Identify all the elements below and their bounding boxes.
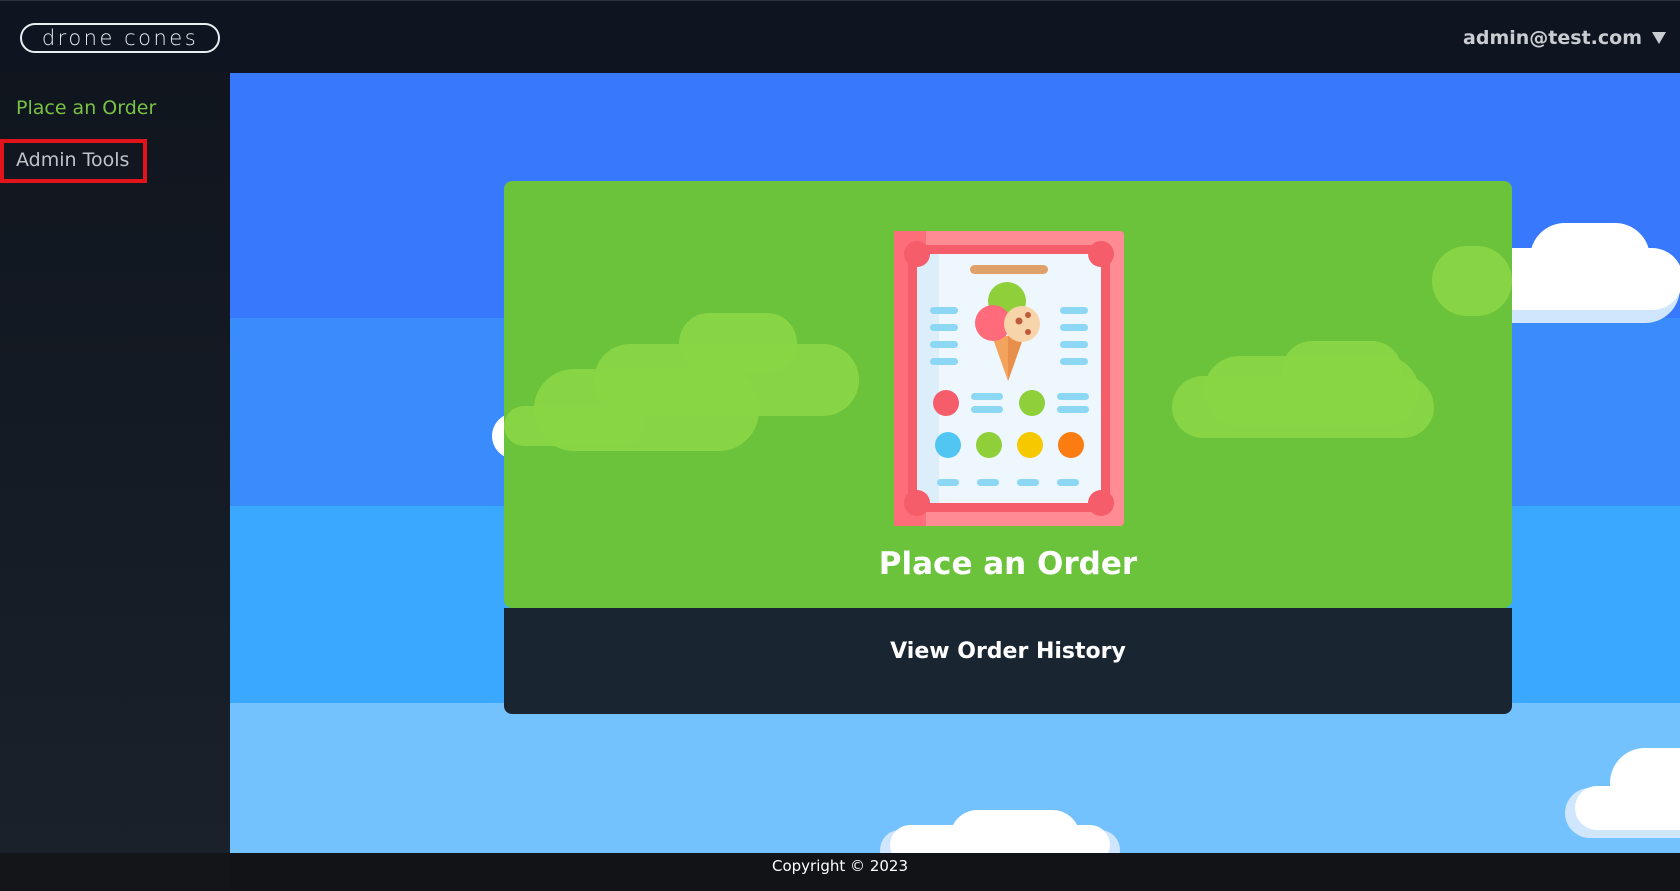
cloud-bottom-right: [1565, 748, 1680, 838]
sidebar-item-place-order[interactable]: Place an Order: [16, 97, 156, 119]
footer: Copyright © 2023: [0, 853, 1680, 891]
user-menu[interactable]: admin@test.com: [1463, 25, 1666, 51]
top-navbar: drone cones admin@test.com: [0, 0, 1680, 73]
ice-cream-menu-illustration: [894, 231, 1124, 526]
copyright-text: Copyright © 2023: [771, 857, 908, 875]
chevron-down-icon: [1652, 32, 1666, 44]
main-content: Place an Order View Order History: [230, 73, 1680, 853]
view-order-history-button[interactable]: View Order History: [504, 608, 1512, 714]
green-cloud: [679, 313, 797, 373]
sidebar: Place an Order Admin Tools: [0, 73, 230, 853]
place-order-title: Place an Order: [878, 546, 1138, 582]
user-email: admin@test.com: [1463, 27, 1642, 49]
place-order-card[interactable]: Place an Order: [504, 181, 1512, 608]
green-cloud: [1432, 246, 1512, 316]
admin-tools-highlight: [0, 139, 147, 183]
green-cloud: [1282, 341, 1402, 401]
drone-cones-logo[interactable]: drone cones: [20, 23, 220, 53]
view-order-history-label: View Order History: [890, 638, 1126, 664]
cloud-bottom-center: [880, 810, 1120, 853]
